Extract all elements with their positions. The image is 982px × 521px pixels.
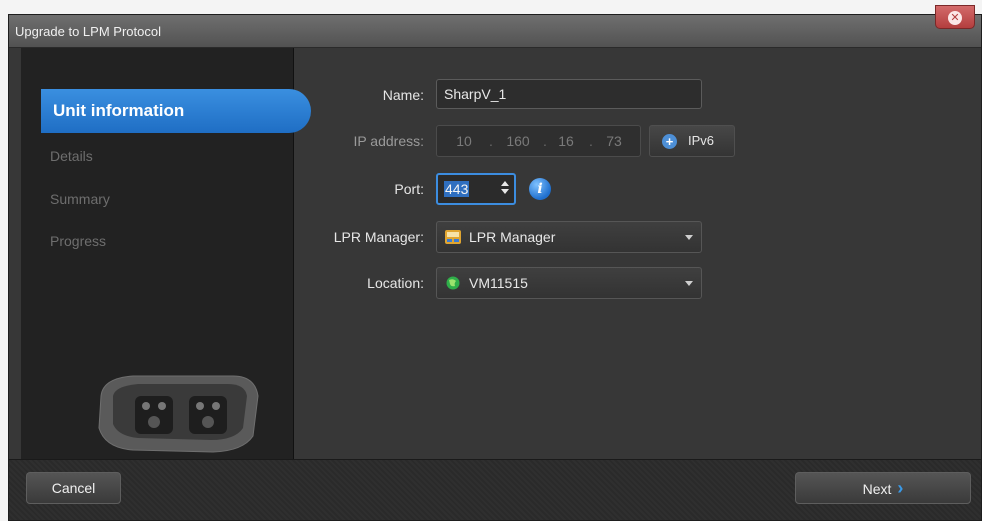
location-globe-icon [446,276,460,290]
ip-segment-4[interactable]: 73 [597,126,631,156]
cancel-button[interactable]: Cancel [26,472,121,504]
lpr-manager-label: LPR Manager: [333,229,424,245]
main-content: Unit information Details Summary Progres… [9,48,981,460]
port-stepper[interactable]: 443 [436,173,516,205]
close-icon: ✕ [948,11,962,25]
step-summary[interactable]: Summary [21,188,110,210]
ip-segment-3[interactable]: 16 [549,126,583,156]
cancel-label: Cancel [51,480,96,496]
chevron-down-icon [685,281,693,286]
ipv6-label: IPv6 [688,133,715,148]
ip-dot: . [489,133,493,149]
lpr-manager-dropdown[interactable]: LPR Manager [436,221,702,253]
lpr-manager-icon [445,230,461,244]
name-field[interactable]: SharpV_1 [436,79,702,109]
spinner-arrows-icon[interactable] [501,181,509,194]
plus-icon: + [662,134,677,149]
info-icon[interactable]: i [529,178,551,200]
upgrade-dialog: Upgrade to LPM Protocol ✕ Unit informati… [8,5,982,521]
ip-address-field[interactable]: 10 . 160 . 16 . 73 [436,125,641,157]
ipv6-button[interactable]: + IPv6 [649,125,735,157]
chevron-right-icon: › [897,478,904,498]
port-value: 443 [444,181,470,197]
ip-address-label: IP address: [353,133,424,149]
ip-segment-2[interactable]: 160 [501,126,535,156]
ip-dot: . [589,133,593,149]
step-details[interactable]: Details [21,145,93,167]
next-label: Next [862,481,892,497]
location-dropdown[interactable]: VM11515 [436,267,702,299]
location-value: VM11515 [469,275,528,291]
lpr-camera-image [98,375,259,453]
wizard-steps: Unit information Details Summary Progres… [21,48,311,460]
footer-bar: Cancel Next › [9,459,981,520]
window-title: Upgrade to LPM Protocol [15,24,161,39]
port-label: Port: [394,181,424,197]
step-unit-information[interactable]: Unit information [41,89,311,133]
next-button[interactable]: Next › [795,472,971,504]
lpr-manager-value: LPR Manager [469,229,556,245]
title-bar: Upgrade to LPM Protocol ✕ [9,5,981,48]
close-button[interactable]: ✕ [935,5,975,29]
location-label: Location: [367,275,424,291]
ip-segment-1[interactable]: 10 [447,126,481,156]
chevron-down-icon [685,235,693,240]
ip-dot: . [543,133,547,149]
step-progress[interactable]: Progress [21,230,106,252]
name-label: Name: [382,87,424,103]
